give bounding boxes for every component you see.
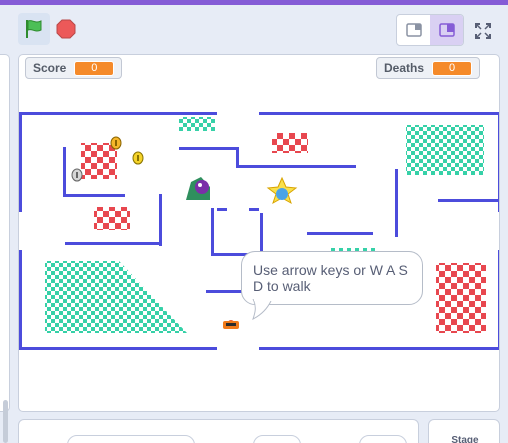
stage-target-panel[interactable]: Stage [428, 419, 500, 443]
deaths-value: 0 [432, 60, 473, 76]
green-checker-zone [406, 125, 484, 175]
small-stage-icon [405, 23, 422, 37]
red-checker-zone [94, 207, 130, 230]
speech-bubble-tail [252, 299, 272, 320]
stage-label: Stage [451, 435, 479, 443]
stage-size-toggle [396, 14, 464, 46]
player-sprite [223, 320, 239, 329]
sprite-name-field[interactable] [67, 435, 195, 443]
green-flag-icon [26, 20, 42, 38]
green-checker-ramp [45, 261, 187, 333]
sidebar-edge [0, 54, 10, 412]
red-checker-zone [81, 143, 117, 179]
maze-scene [19, 112, 499, 350]
red-checker-zone [272, 133, 308, 153]
sprite-x-field[interactable] [253, 435, 301, 443]
coin-sprite [110, 136, 122, 150]
speech-text: Use arrow keys or W A S D to walk [253, 262, 408, 294]
sprite-y-field[interactable] [359, 435, 407, 443]
stage-header [0, 5, 508, 47]
star-sprite [266, 176, 298, 205]
stage-canvas[interactable]: Score 0 Deaths 0 Use arrow keys or W A S… [18, 54, 500, 412]
score-label: Score [33, 61, 67, 75]
large-stage-icon [438, 23, 455, 37]
green-flag-button[interactable] [18, 13, 50, 45]
deaths-monitor: Deaths 0 [376, 57, 481, 79]
small-stage-button[interactable] [397, 15, 430, 45]
coin-sprite [132, 151, 144, 165]
deaths-label: Deaths [384, 61, 425, 75]
speech-bubble: Use arrow keys or W A S D to walk [241, 251, 423, 305]
scrollbar-thumb[interactable] [3, 400, 8, 443]
fullscreen-icon [475, 23, 491, 39]
score-monitor: Score 0 [25, 57, 123, 79]
score-value: 0 [74, 60, 115, 76]
red-checker-zone [436, 263, 486, 333]
sprite-info-panel [18, 419, 419, 443]
large-stage-button[interactable] [430, 15, 463, 45]
coin-sprite [71, 168, 83, 182]
stop-button[interactable] [55, 18, 77, 40]
fullscreen-button[interactable] [470, 18, 496, 44]
stop-icon [56, 19, 76, 39]
enemy-sprite [186, 177, 210, 200]
green-checker-zone [179, 117, 215, 131]
